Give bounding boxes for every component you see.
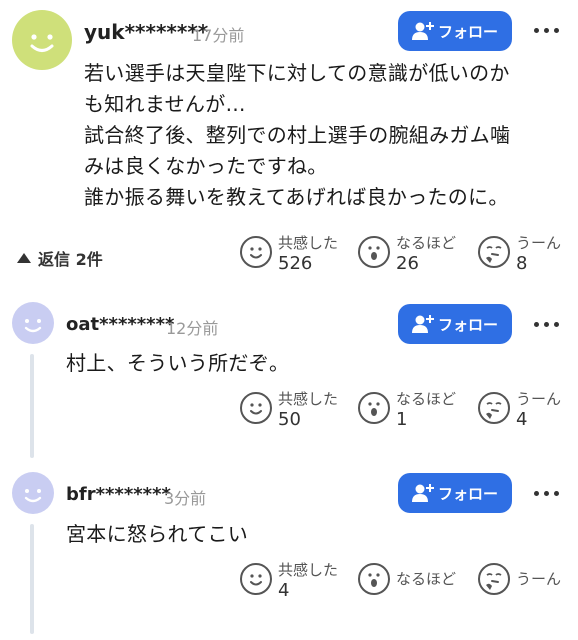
reaction-naruhodo[interactable]: なるほど	[358, 561, 456, 595]
reaction-label: なるほど	[396, 390, 457, 408]
reaction-uun[interactable]: うーん	[478, 561, 561, 595]
thinking-face-icon	[478, 392, 510, 424]
smile-face-icon	[240, 236, 272, 268]
dot-icon	[544, 491, 549, 496]
reaction-label: うーん	[516, 390, 562, 408]
timestamp: 3分前	[164, 489, 207, 508]
reaction-agree[interactable]: 共感した 50	[240, 390, 338, 432]
smile-avatar-icon	[24, 319, 42, 333]
follow-label: フォロー	[437, 484, 498, 503]
reaction-uun[interactable]: うーん 8	[478, 234, 561, 276]
dot-icon	[544, 28, 549, 33]
reaction-label: 共感した	[278, 234, 339, 252]
triangle-up-icon	[17, 253, 31, 263]
dot-icon	[544, 322, 549, 327]
smile-avatar-icon	[30, 34, 54, 52]
follow-label: フォロー	[437, 315, 498, 334]
comment-text: 若い選手は天皇陛下に対しての意識が低いのか も知れませんが… 試合終了後、整列で…	[84, 58, 510, 213]
thinking-face-icon	[478, 563, 510, 595]
more-options-button[interactable]	[534, 322, 559, 327]
reaction-count: 8	[516, 253, 528, 274]
surprised-face-icon	[358, 392, 390, 424]
reaction-label: なるほど	[396, 234, 457, 252]
dot-icon	[554, 491, 559, 496]
surprised-face-icon	[358, 563, 390, 595]
reaction-label: 共感した	[278, 390, 339, 408]
timestamp: 17分前	[192, 26, 245, 45]
reaction-count: 1	[396, 409, 408, 430]
reaction-label: うーん	[516, 234, 562, 252]
avatar[interactable]	[12, 302, 54, 344]
dot-icon	[554, 322, 559, 327]
smile-face-icon	[240, 392, 272, 424]
username[interactable]: oat********	[66, 314, 174, 335]
comment-main: yuk******** 17分前 フォロー 若い選手は天皇陛下に対しての意識が低…	[0, 0, 578, 290]
follow-button[interactable]: フォロー	[398, 304, 512, 344]
comment-text: 宮本に怒られてこい	[66, 519, 248, 550]
timestamp: 12分前	[166, 319, 219, 338]
reaction-label: うーん	[516, 570, 562, 588]
reply-toggle[interactable]: 返信 2件	[16, 246, 103, 270]
more-options-button[interactable]	[534, 491, 559, 496]
avatar[interactable]	[12, 472, 54, 514]
dot-icon	[534, 491, 539, 496]
surprised-face-icon	[358, 236, 390, 268]
comment-line: みは良くなかったですね。	[84, 154, 328, 178]
thread-line	[30, 524, 34, 634]
reaction-label: なるほど	[396, 570, 457, 588]
reaction-count: 4	[278, 580, 290, 601]
comment-line: 村上、そういう所だぞ。	[66, 351, 290, 375]
reaction-agree[interactable]: 共感した 4	[240, 561, 338, 603]
follow-button[interactable]: フォロー	[398, 11, 512, 51]
reaction-uun[interactable]: うーん 4	[478, 390, 561, 432]
reaction-count: 50	[278, 409, 301, 430]
reaction-naruhodo[interactable]: なるほど 26	[358, 234, 456, 276]
add-user-icon	[411, 22, 434, 40]
follow-button[interactable]: フォロー	[398, 473, 512, 513]
reaction-agree[interactable]: 共感した 526	[240, 234, 338, 276]
more-options-button[interactable]	[534, 28, 559, 33]
reaction-count: 26	[396, 253, 419, 274]
add-user-icon	[411, 315, 434, 333]
reaction-count: 526	[278, 253, 313, 274]
smile-face-icon	[240, 563, 272, 595]
reply-count-label: 返信 2件	[38, 250, 103, 269]
thread-line	[30, 354, 34, 458]
thinking-face-icon	[478, 236, 510, 268]
avatar[interactable]	[12, 10, 72, 70]
follow-label: フォロー	[437, 22, 498, 41]
comment-text: 村上、そういう所だぞ。	[66, 348, 289, 379]
comment-line: 誰か振る舞いを教えてあげれば良かったのに。	[84, 185, 509, 209]
reaction-naruhodo[interactable]: なるほど 1	[358, 390, 456, 432]
username[interactable]: bfr********	[66, 484, 171, 505]
comment-line: 宮本に怒られてこい	[66, 522, 249, 546]
dot-icon	[554, 28, 559, 33]
comment-line: 試合終了後、整列での村上選手の腕組みガム噛	[84, 123, 511, 147]
dot-icon	[534, 322, 539, 327]
username[interactable]: yuk********	[84, 20, 208, 44]
reaction-label: 共感した	[278, 561, 339, 579]
dot-icon	[534, 28, 539, 33]
reaction-count: 4	[516, 409, 528, 430]
comment-line: 若い選手は天皇陛下に対しての意識が低いのか	[84, 61, 510, 85]
smile-avatar-icon	[24, 489, 42, 503]
reply-comment: bfr******** 3分前 フォロー 宮本に怒られてこい 共感した 4 なる…	[0, 466, 578, 640]
comment-line: も知れませんが…	[84, 92, 246, 116]
reply-comment: oat******** 12分前 フォロー 村上、そういう所だぞ。 共感した 5…	[0, 296, 578, 461]
add-user-icon	[411, 484, 434, 502]
